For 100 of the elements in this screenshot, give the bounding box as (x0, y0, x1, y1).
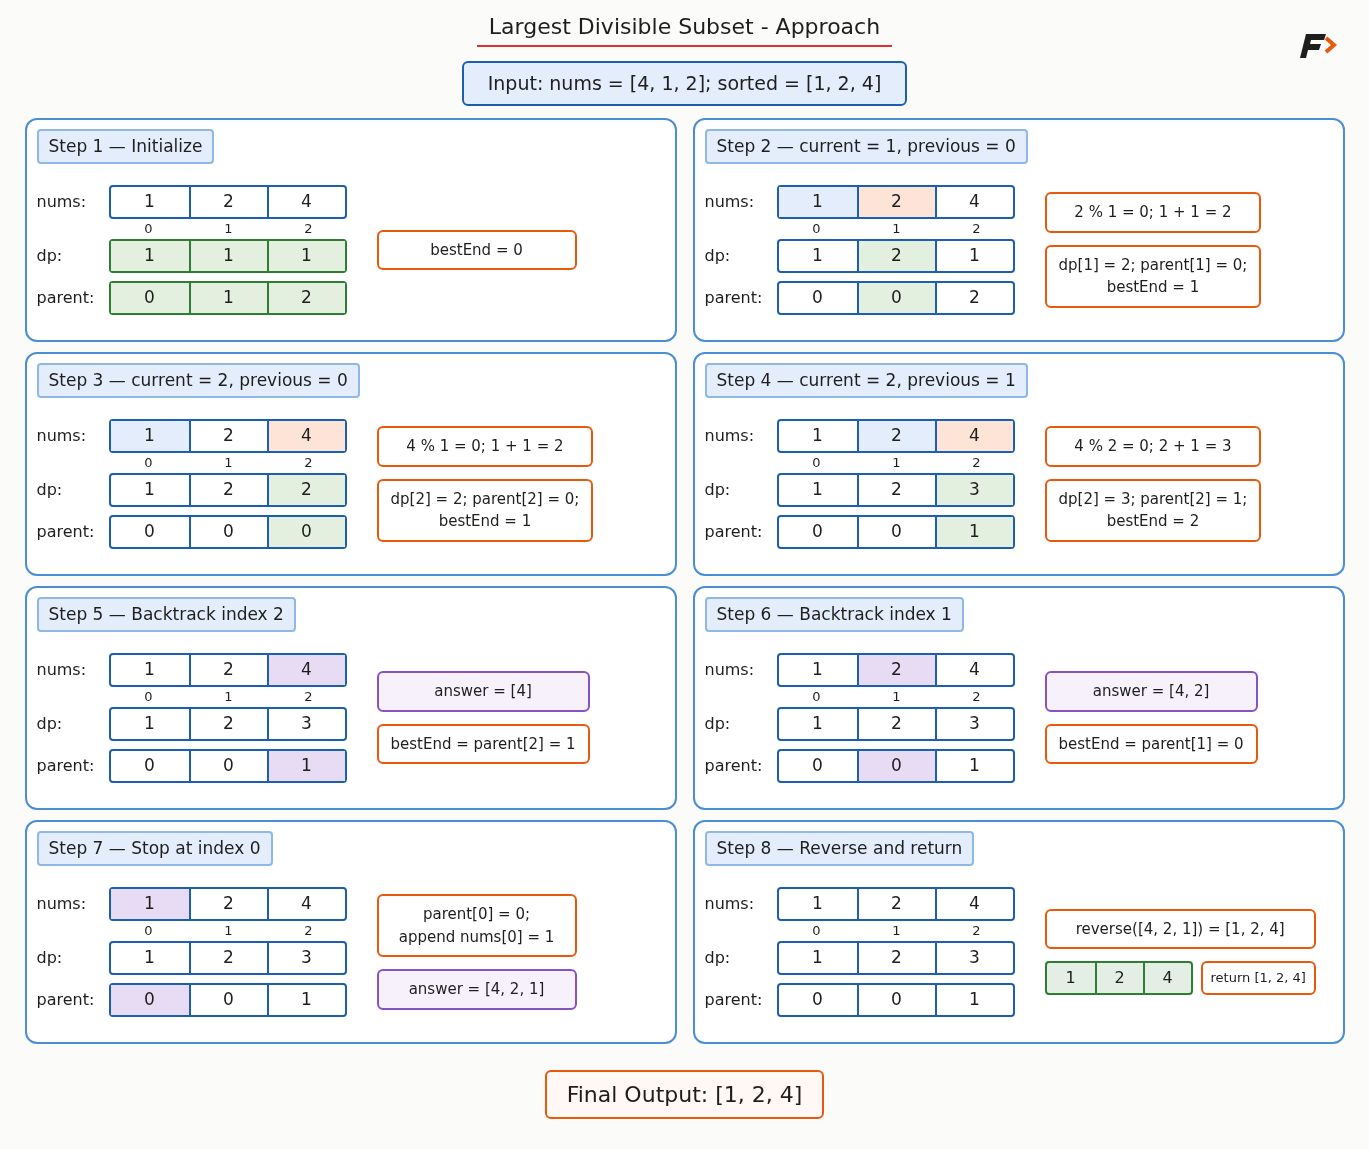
array-cell: 1 (934, 984, 1013, 1015)
array-cell: 4 (934, 888, 1013, 919)
array-cell-text: 1 (811, 712, 824, 735)
index-label: 1 (223, 921, 234, 940)
final-output: Final Output: [1, 2, 4] (544, 1069, 825, 1119)
array-cell-text: 0 (811, 520, 824, 543)
array-cell: 1 (110, 420, 189, 451)
row-label: nums: (36, 658, 88, 681)
index-label: 0 (143, 921, 154, 940)
array-cell: 0 (188, 984, 267, 1015)
array-cell: 2 (856, 708, 935, 739)
row-label: parent: (36, 754, 96, 777)
array-cell-text: 1 (143, 478, 156, 501)
array-cell: 1 (266, 984, 345, 1015)
diagram-title: Largest Divisible Subset - Approach (476, 10, 893, 47)
array-cell: 0 (856, 282, 935, 313)
index-label: 2 (971, 219, 982, 238)
row-label: nums: (704, 658, 756, 681)
array-cell: 3 (934, 708, 1013, 739)
note-text: bestEnd = 0 (430, 239, 523, 261)
note-text: 2 % 1 = 0; 1 + 1 = 2 (1074, 202, 1232, 223)
array-cell-text: 1 (143, 946, 156, 969)
index-label: 1 (223, 687, 234, 706)
array-cell: 2 (266, 474, 345, 505)
row-label: nums: (704, 892, 756, 915)
array-cell: 1 (934, 750, 1013, 781)
array-cell-text: 0 (143, 520, 156, 543)
note-text: bestEnd = 1 (438, 511, 532, 532)
array-cell: 0 (856, 750, 935, 781)
array-cell-text: 1 (143, 190, 156, 213)
array-cell: 0 (266, 516, 345, 547)
index-label: 2 (303, 687, 314, 706)
array-cell: 4 (934, 420, 1013, 451)
row-label: nums: (704, 424, 756, 447)
note-text: dp[1] = 2; parent[1] = 0; (1058, 254, 1248, 276)
array-cell: 0 (856, 984, 935, 1015)
index-label: 2 (303, 921, 314, 940)
array-cell: 1 (1046, 963, 1095, 993)
step-title: Step 2 — current = 1, previous = 0 (704, 128, 1028, 164)
note-text: reverse([4, 2, 1]) = [1, 2, 4] (1075, 918, 1285, 940)
array-cell: 1 (110, 888, 189, 919)
array-cell: 2 (188, 186, 267, 217)
row-label: parent: (704, 988, 764, 1011)
array-cell: 0 (110, 282, 189, 313)
array-cell: 4 (934, 654, 1013, 685)
index-label: 1 (891, 219, 902, 238)
array-cell: 3 (266, 708, 345, 739)
note-text: bestEnd = 2 (1106, 511, 1200, 532)
row-label: nums: (704, 190, 756, 213)
array-cell: 2 (856, 186, 935, 217)
note-text: answer = [4, 2] (1092, 681, 1210, 703)
array-cell: 4 (266, 654, 345, 685)
array-cell: 2 (856, 888, 935, 919)
array-cell-text: 0 (143, 754, 156, 777)
row-label: parent: (36, 520, 96, 543)
array-cell: 2 (188, 888, 267, 919)
index-label: 2 (303, 219, 314, 238)
array-cell: 4 (266, 888, 345, 919)
array-cell: 2 (1094, 963, 1143, 993)
index-label: 0 (143, 687, 154, 706)
row-label: dp: (36, 946, 64, 969)
array-cell: 1 (934, 240, 1013, 271)
row-label: dp: (704, 946, 732, 969)
index-label: 0 (811, 921, 822, 940)
index-label: 2 (303, 453, 314, 472)
step-title: Step 4 — current = 2, previous = 1 (704, 362, 1028, 398)
array-cell: 2 (188, 708, 267, 739)
row-label: nums: (36, 892, 88, 915)
array-cell: 1 (266, 750, 345, 781)
note-text: bestEnd = parent[2] = 1 (390, 733, 576, 755)
array-cell: 2 (934, 282, 1013, 313)
array-cell: 1 (266, 240, 345, 271)
index-label: 1 (891, 921, 902, 940)
note-text: 4 % 2 = 0; 2 + 1 = 3 (1074, 436, 1232, 457)
array-cell-text: 0 (811, 988, 824, 1011)
array-cell-text: 1 (811, 424, 824, 447)
array-cell: 1 (934, 516, 1013, 547)
row-label: parent: (704, 286, 764, 309)
array-cell: 2 (856, 240, 935, 271)
note-text: append nums[0] = 1 (398, 926, 555, 948)
step-title: Step 8 — Reverse and return (704, 830, 975, 866)
array-cell-text: 0 (811, 286, 824, 309)
step-title: Step 3 — current = 2, previous = 0 (36, 362, 360, 398)
input-label: Input: nums = [4, 1, 2]; sorted = [1, 2, 4] (461, 61, 908, 106)
row-label: dp: (704, 478, 732, 501)
array-cell-text: 1 (143, 658, 156, 681)
array-cell: 2 (856, 654, 935, 685)
array-cell: 2 (266, 282, 345, 313)
array-cell: 1 (778, 186, 857, 217)
index-label: 2 (971, 687, 982, 706)
array-cell: 3 (934, 474, 1013, 505)
array-cell: 2 (856, 420, 935, 451)
array-cell: 3 (934, 942, 1013, 973)
step-title: Step 1 — Initialize (36, 128, 215, 164)
array-cell-text: 1 (811, 658, 824, 681)
return-note: return [1, 2, 4] (1200, 961, 1316, 995)
row-label: nums: (36, 424, 88, 447)
array-cell: 2 (188, 942, 267, 973)
array-cell: 4 (266, 420, 345, 451)
step-title: Step 5 — Backtrack index 2 (36, 596, 296, 632)
